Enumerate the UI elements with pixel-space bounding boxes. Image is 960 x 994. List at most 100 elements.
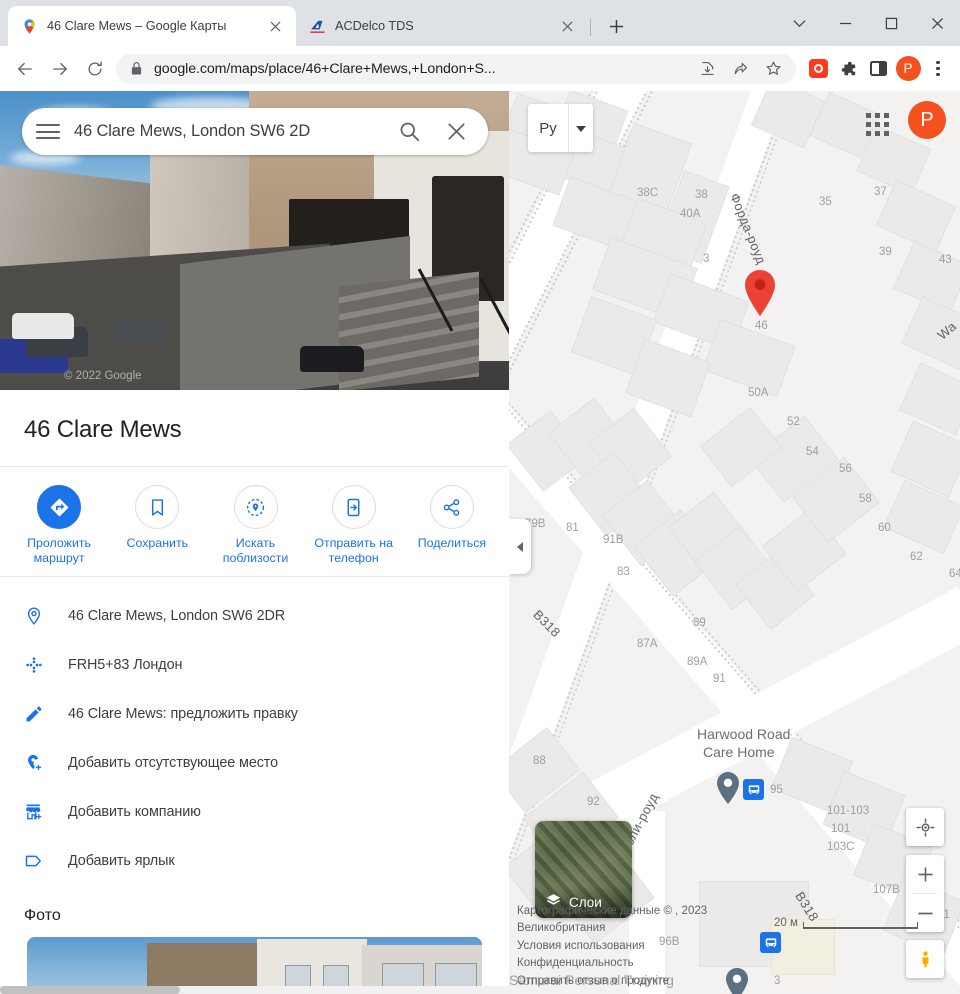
- action-label: Проложить маршрут: [27, 536, 92, 565]
- tab-search-icon[interactable]: [776, 3, 822, 43]
- side-panel-icon[interactable]: [863, 54, 893, 84]
- search-input[interactable]: [74, 122, 386, 141]
- nearby-search-icon: [233, 485, 278, 529]
- tab-separator: [590, 18, 591, 36]
- tab-title: 46 Clare Mews – Google Карты: [47, 19, 227, 33]
- account-avatar[interactable]: P: [908, 101, 946, 139]
- street-view-hero[interactable]: © 2022 Google: [0, 91, 509, 390]
- close-icon[interactable]: [433, 108, 480, 155]
- panel-scrollbar[interactable]: [0, 986, 509, 994]
- place-info-list: 46 Clare Mews, London SW6 2DR FRH5+83 Ло…: [0, 577, 509, 891]
- close-window-button[interactable]: [914, 3, 960, 43]
- hamburger-menu-icon[interactable]: [22, 108, 74, 155]
- close-icon[interactable]: [556, 15, 578, 37]
- share-icon[interactable]: [729, 58, 751, 80]
- extensions-puzzle-icon[interactable]: [833, 54, 863, 84]
- bookmark-icon: [135, 485, 180, 529]
- action-send-to-phone[interactable]: Отправить на телефон: [305, 485, 403, 566]
- tab-title: ACDelco TDS: [335, 19, 414, 33]
- maps-search-bar[interactable]: [22, 108, 488, 155]
- window-controls: [776, 0, 960, 46]
- install-icon[interactable]: [696, 58, 718, 80]
- info-row-add-label[interactable]: Добавить ярлык: [0, 836, 509, 885]
- bookmark-star-icon[interactable]: [762, 58, 784, 80]
- chrome-menu-kebab-icon[interactable]: [923, 54, 953, 84]
- poi-pin-samurai[interactable]: [724, 967, 750, 994]
- scale-label: 20 м: [774, 917, 798, 929]
- info-text: Добавить компанию: [68, 803, 201, 820]
- feedback-link[interactable]: Отправить отзыв о продукте: [517, 973, 707, 991]
- info-row-add-business[interactable]: Добавить компанию: [0, 787, 509, 836]
- scrollbar-thumb[interactable]: [0, 986, 180, 994]
- photos-heading: Фото: [24, 907, 61, 924]
- google-maps-pin-icon: [21, 18, 38, 35]
- pegman-icon[interactable]: [906, 940, 944, 978]
- action-directions[interactable]: Проложить маршрут: [10, 485, 108, 566]
- building: [899, 362, 960, 436]
- tab-acdelco[interactable]: ACDelco TDS: [296, 6, 588, 46]
- acdelco-logo-icon: [309, 18, 326, 35]
- street-view-control[interactable]: [906, 940, 944, 978]
- tab-google-maps[interactable]: 46 Clare Mews – Google Карты: [8, 6, 296, 46]
- my-location-icon[interactable]: [906, 808, 944, 846]
- terms-link[interactable]: Условия использования: [517, 938, 707, 956]
- info-text: FRH5+83 Лондон: [68, 656, 183, 673]
- new-tab-button[interactable]: [601, 11, 631, 41]
- opera-extension-icon[interactable]: [803, 54, 833, 84]
- collapse-panel-button[interactable]: [509, 519, 531, 574]
- action-share[interactable]: Поделиться: [403, 485, 501, 566]
- map-scale: 20 м: [774, 917, 918, 929]
- info-row-address[interactable]: 46 Clare Mews, London SW6 2DR: [0, 591, 509, 640]
- action-save[interactable]: Сохранить: [108, 485, 206, 566]
- label-tag-icon: [24, 851, 68, 871]
- chevron-down-icon[interactable]: [569, 119, 593, 137]
- building: [702, 318, 796, 398]
- browser-window: 46 Clare Mews – Google Карты ACDelco TDS: [0, 0, 960, 994]
- place-pin-icon: [24, 606, 68, 626]
- address-bar[interactable]: google.com/maps/place/46+Clare+Mews,+Lon…: [116, 53, 796, 84]
- language-selector[interactable]: Ру: [528, 104, 593, 152]
- action-label: Поделиться: [417, 536, 487, 550]
- google-apps-grid-icon[interactable]: [866, 113, 889, 136]
- poi-pin-care-home[interactable]: [715, 771, 741, 805]
- action-label: Отправить на телефон: [314, 536, 394, 565]
- tab-strip: 46 Clare Mews – Google Карты ACDelco TDS: [0, 0, 960, 46]
- destination-pin[interactable]: [742, 269, 778, 317]
- back-arrow-icon[interactable]: [7, 51, 42, 86]
- info-text: Добавить отсутствующее место: [68, 754, 279, 771]
- avatar-initial: P: [920, 108, 934, 131]
- url-text: google.com/maps/place/46+Clare+Mews,+Lon…: [154, 60, 496, 77]
- page-title: 46 Clare Mews: [24, 416, 182, 443]
- action-label: Сохранить: [126, 536, 189, 550]
- action-nearby[interactable]: Искать поблизости: [206, 485, 304, 566]
- bus-stop-icon[interactable]: [760, 932, 781, 953]
- info-row-add-place[interactable]: Добавить отсутствующее место: [0, 738, 509, 787]
- reload-icon[interactable]: [77, 51, 112, 86]
- zoom-in-button[interactable]: [906, 855, 944, 893]
- browser-toolbar: google.com/maps/place/46+Clare+Mews,+Lon…: [0, 46, 960, 91]
- bus-stop-icon[interactable]: [743, 779, 764, 800]
- forward-arrow-icon[interactable]: [42, 51, 77, 86]
- my-location-control[interactable]: [906, 808, 944, 846]
- place-details-panel: © 2022 Google 46 Clare Mews, London SW6 …: [0, 91, 509, 994]
- share-icon: [429, 485, 474, 529]
- minimize-button[interactable]: [822, 3, 868, 43]
- avatar-initial: P: [895, 56, 921, 81]
- info-row-suggest-edit[interactable]: 46 Clare Mews: предложить правку: [0, 689, 509, 738]
- plus-code-icon: [24, 655, 68, 675]
- privacy-link[interactable]: Конфиденциальность: [517, 955, 707, 973]
- parked-car: [116, 321, 166, 345]
- map-viewport[interactable]: 38C 38 40A 3 35 37 39 43 46 50A 52 54 56…: [509, 91, 960, 994]
- info-text: 46 Clare Mews: предложить правку: [68, 705, 298, 722]
- attribution-line: Великобритания: [517, 922, 606, 934]
- search-icon[interactable]: [386, 108, 433, 155]
- action-label: Искать поблизости: [222, 536, 289, 565]
- info-row-plus-code[interactable]: FRH5+83 Лондон: [0, 640, 509, 689]
- profile-avatar[interactable]: P: [893, 54, 923, 84]
- car-in-garage: [300, 346, 364, 372]
- lock-icon: [130, 61, 143, 76]
- page-content: © 2022 Google 46 Clare Mews, London SW6 …: [0, 91, 960, 994]
- maximize-button[interactable]: [868, 3, 914, 43]
- close-icon[interactable]: [264, 15, 286, 37]
- info-text: 46 Clare Mews, London SW6 2DR: [68, 607, 286, 624]
